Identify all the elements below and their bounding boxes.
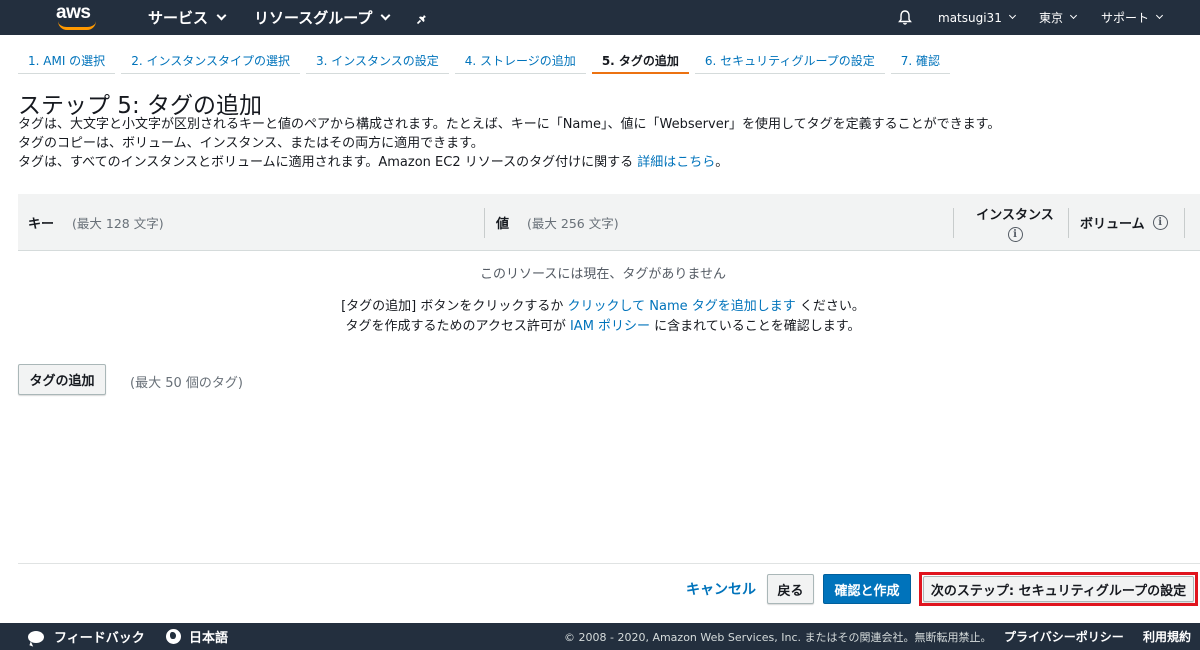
region-label: 東京 — [1039, 11, 1064, 25]
instruction-text: ください。 — [795, 299, 865, 314]
bottom-bar: フィードバック 日本語 © 2008 - 2020, Amazon Web Se… — [0, 623, 1200, 650]
feedback-label: フィードバック — [54, 631, 145, 646]
value-limit-hint: (最大 256 文字) — [527, 216, 619, 231]
instruction-line: [タグの追加] ボタンをクリックするか クリックして Name タグを追加します… — [18, 297, 1188, 317]
tag-limit-hint: (最大 50 個のタグ) — [130, 376, 243, 391]
chevron-down-icon — [1069, 11, 1078, 20]
support-menu[interactable]: サポート — [1101, 0, 1164, 35]
language-label: 日本語 — [189, 631, 229, 646]
volumes-header-label: ボリューム — [1080, 217, 1145, 232]
highlight-box — [919, 572, 1198, 606]
copyright-text: © 2008 - 2020, Amazon Web Services, Inc.… — [564, 630, 992, 644]
iam-policy-link[interactable]: IAM ポリシー — [570, 319, 650, 334]
review-and-launch-button[interactable]: 確認と作成 — [823, 574, 911, 604]
empty-state-instructions: [タグの追加] ボタンをクリックするか クリックして Name タグを追加します… — [18, 297, 1188, 337]
region-menu[interactable]: 東京 — [1039, 0, 1078, 35]
instruction-text: に含まれていることを確認します。 — [650, 319, 861, 334]
instruction-text: タグを作成するためのアクセス許可が — [345, 319, 570, 334]
column-divider — [953, 208, 954, 238]
key-column-header: キー (最大 128 文字) — [28, 194, 164, 251]
cancel-button[interactable]: キャンセル — [686, 579, 756, 599]
no-tags-message: このリソースには現在、タグがありません — [480, 267, 726, 282]
top-navigation: aws サービス リソースグループ matsugi31 東京 サポート — [0, 0, 1200, 35]
wizard-steps: 1. AMI の選択 2. インスタンスタイプの選択 3. インスタンスの設定 … — [18, 48, 956, 74]
instances-column-header: インスタンス i — [963, 194, 1067, 251]
tab-choose-instance-type[interactable]: 2. インスタンスタイプの選択 — [121, 48, 300, 74]
column-divider — [1068, 208, 1069, 238]
account-menu[interactable]: matsugi31 — [938, 0, 1016, 35]
key-header-label: キー — [28, 217, 55, 232]
value-header-label: 値 — [496, 217, 510, 232]
tab-add-storage[interactable]: 4. ストレージの追加 — [454, 48, 586, 74]
column-divider — [1184, 208, 1185, 238]
speech-bubble-icon — [28, 630, 44, 643]
value-column-header: 値 (最大 256 文字) — [496, 194, 619, 251]
privacy-policy-link[interactable]: プライバシーポリシー — [1004, 623, 1124, 650]
terms-of-use-link[interactable]: 利用規約 — [1143, 623, 1191, 650]
volumes-column-header: ボリューム i — [1080, 194, 1168, 251]
chevron-down-icon — [216, 10, 227, 21]
column-divider — [484, 208, 485, 238]
tags-table-header: キー (最大 128 文字) 値 (最大 256 文字) インスタンス i ボリ… — [18, 194, 1200, 251]
services-label: サービス — [148, 9, 209, 27]
instruction-text: [タグの追加] ボタンをクリックするか — [341, 299, 568, 314]
resource-groups-menu[interactable]: リソースグループ — [254, 0, 391, 35]
tab-configure-security-group[interactable]: 6. セキュリティグループの設定 — [694, 48, 885, 74]
pin-icon — [416, 11, 426, 24]
aws-logo[interactable]: aws — [56, 2, 100, 32]
learn-more-link[interactable]: 詳細はこちら — [637, 155, 715, 170]
language-selector[interactable]: 日本語 — [166, 623, 228, 650]
description-line: タグは、大文字と小文字が区別されるキーと値のペアから構成されます。たとえば、キー… — [18, 117, 1001, 132]
description-text: タグは、すべてのインスタンスとボリュームに適用されます。Amazon EC2 リ… — [18, 155, 638, 170]
pin-button[interactable] — [416, 0, 430, 35]
add-name-tag-link[interactable]: クリックして Name タグを追加します — [568, 299, 796, 314]
notifications-button[interactable] — [897, 0, 913, 35]
feedback-button[interactable]: フィードバック — [28, 623, 145, 650]
chevron-down-icon — [1155, 11, 1164, 20]
page-description: タグは、大文字と小文字が区別されるキーと値のペアから構成されます。たとえば、キー… — [18, 115, 1000, 172]
tab-choose-ami[interactable]: 1. AMI の選択 — [18, 48, 116, 74]
description-line: タグは、すべてのインスタンスとボリュームに適用されます。Amazon EC2 リ… — [18, 153, 1000, 172]
bell-icon — [898, 10, 912, 25]
key-limit-hint: (最大 128 文字) — [72, 216, 164, 231]
add-tag-button[interactable]: タグの追加 — [18, 364, 106, 395]
account-name: matsugi31 — [938, 10, 1002, 25]
services-menu[interactable]: サービス — [148, 0, 227, 35]
resource-groups-label: リソースグループ — [254, 9, 373, 27]
description-end: 。 — [715, 155, 729, 170]
info-icon[interactable]: i — [1007, 226, 1023, 242]
chevron-down-icon — [1008, 11, 1016, 20]
instruction-line: タグを作成するためのアクセス許可が IAM ポリシー に含まれていることを確認し… — [18, 317, 1188, 337]
actions-divider — [18, 563, 1200, 564]
support-label: サポート — [1101, 11, 1150, 25]
back-button[interactable]: 戻る — [767, 574, 814, 604]
tab-add-tags[interactable]: 5. タグの追加 — [591, 48, 689, 74]
info-icon[interactable]: i — [1152, 215, 1168, 230]
aws-smile-icon — [58, 21, 96, 30]
chevron-down-icon — [380, 10, 391, 21]
instances-header-label: インスタンス — [976, 207, 1054, 223]
description-line: タグのコピーは、ボリューム、インスタンス、またはその両方に適用できます。 — [18, 136, 484, 151]
globe-icon — [166, 629, 181, 644]
tab-configure-instance[interactable]: 3. インスタンスの設定 — [305, 48, 449, 74]
tab-review[interactable]: 7. 確認 — [890, 48, 950, 74]
